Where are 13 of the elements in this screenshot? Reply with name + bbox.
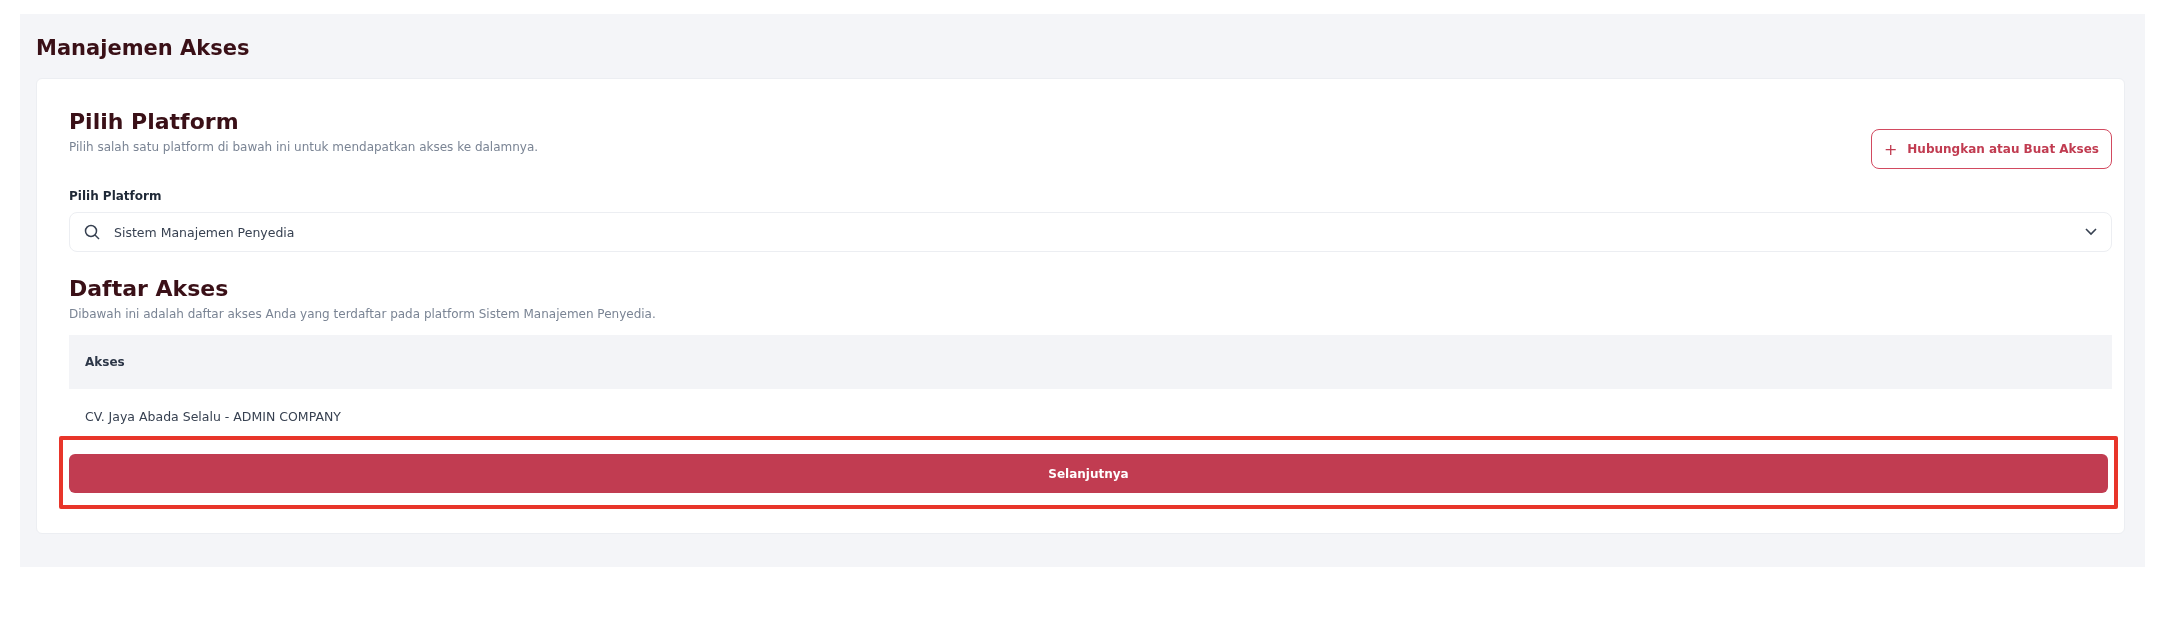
connect-access-button[interactable]: + Hubungkan atau Buat Akses <box>1870 129 2112 169</box>
platform-select[interactable]: Sistem Manajemen Penyedia <box>69 212 2112 252</box>
search-icon <box>84 224 100 240</box>
section-title: Pilih Platform <box>69 109 239 134</box>
next-button[interactable]: Selanjutnya <box>69 454 2108 493</box>
table-header: Akses <box>69 335 2112 389</box>
section-title: Daftar Akses <box>69 276 229 301</box>
chevron-down-icon <box>2085 228 2097 236</box>
section-description: Pilih salah satu platform di bawah ini untuk mendapatkan akses ke dalamnya. <box>69 140 539 154</box>
section-description: Dibawah ini adalah daftar akses Anda yang terdaftar pada platform Sistem Manajemen Penyedia. <box>69 307 656 321</box>
field-label: Pilih Platform <box>69 189 162 203</box>
page-title: Manajemen Akses <box>36 36 250 60</box>
table-row-text: CV. Jaya Abada Selalu - ADMIN COMPANY <box>84 407 342 426</box>
